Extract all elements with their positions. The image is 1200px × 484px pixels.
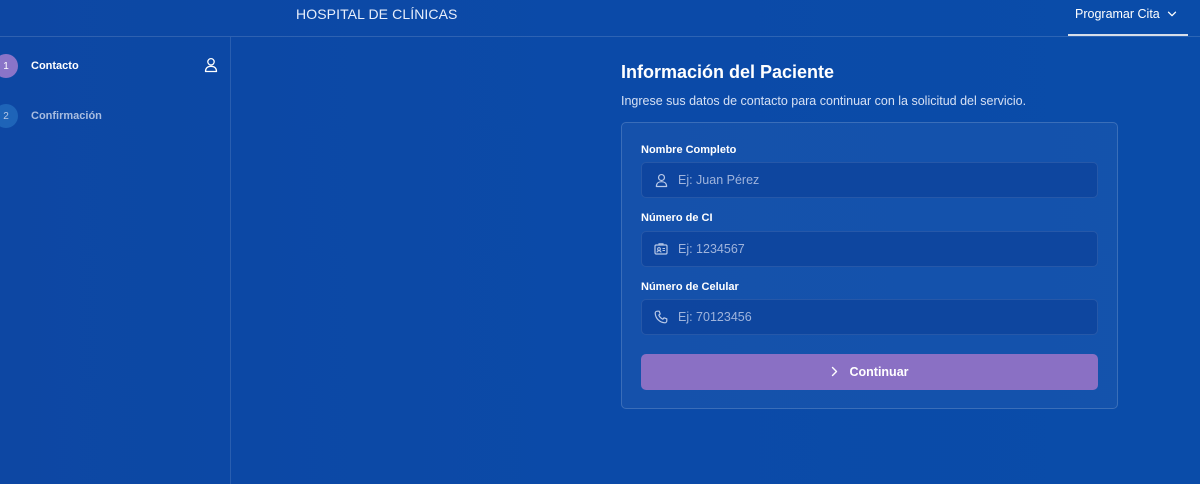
step-label: Confirmación <box>31 110 102 122</box>
celular-field[interactable] <box>641 299 1098 335</box>
nombre-label: Nombre Completo <box>641 144 737 156</box>
celular-label: Número de Celular <box>641 281 739 293</box>
id-card-icon <box>642 243 678 255</box>
page-subtitle: Ingrese sus datos de contacto para conti… <box>621 94 1027 108</box>
step-contacto[interactable]: 1 Contacto <box>0 53 224 79</box>
ci-label: Número de CI <box>641 212 713 224</box>
ci-field[interactable] <box>641 231 1098 267</box>
phone-icon <box>642 310 678 324</box>
user-icon <box>642 173 678 188</box>
nav-programar-cita[interactable]: Programar Cita <box>1068 0 1188 36</box>
page-title: Información del Paciente <box>621 62 835 82</box>
step-confirmacion[interactable]: 2 Confirmación <box>0 103 224 129</box>
nombre-input[interactable] <box>678 173 1078 187</box>
celular-input[interactable] <box>678 310 1078 324</box>
nombre-field[interactable] <box>641 162 1098 198</box>
continuar-button[interactable]: Continuar <box>641 354 1098 390</box>
step-label: Contacto <box>31 60 79 72</box>
steps-sidebar: 1 Contacto 2 Confirmación <box>0 37 231 484</box>
chevron-right-icon <box>830 366 839 380</box>
user-icon <box>204 57 218 78</box>
patient-form-card: Nombre Completo Número de CI Número de C… <box>621 122 1118 409</box>
top-header: HOSPITAL DE CLÍNICAS Programar Cita <box>0 0 1200 37</box>
step-number: 1 <box>0 54 18 78</box>
ci-input[interactable] <box>678 242 1078 256</box>
step-number: 2 <box>0 104 18 128</box>
continuar-label: Continuar <box>849 365 909 379</box>
nav-programar-cita-label: Programar Cita <box>1075 7 1160 21</box>
chevron-down-icon <box>1167 8 1177 22</box>
brand-title: HOSPITAL DE CLÍNICAS <box>296 6 458 22</box>
